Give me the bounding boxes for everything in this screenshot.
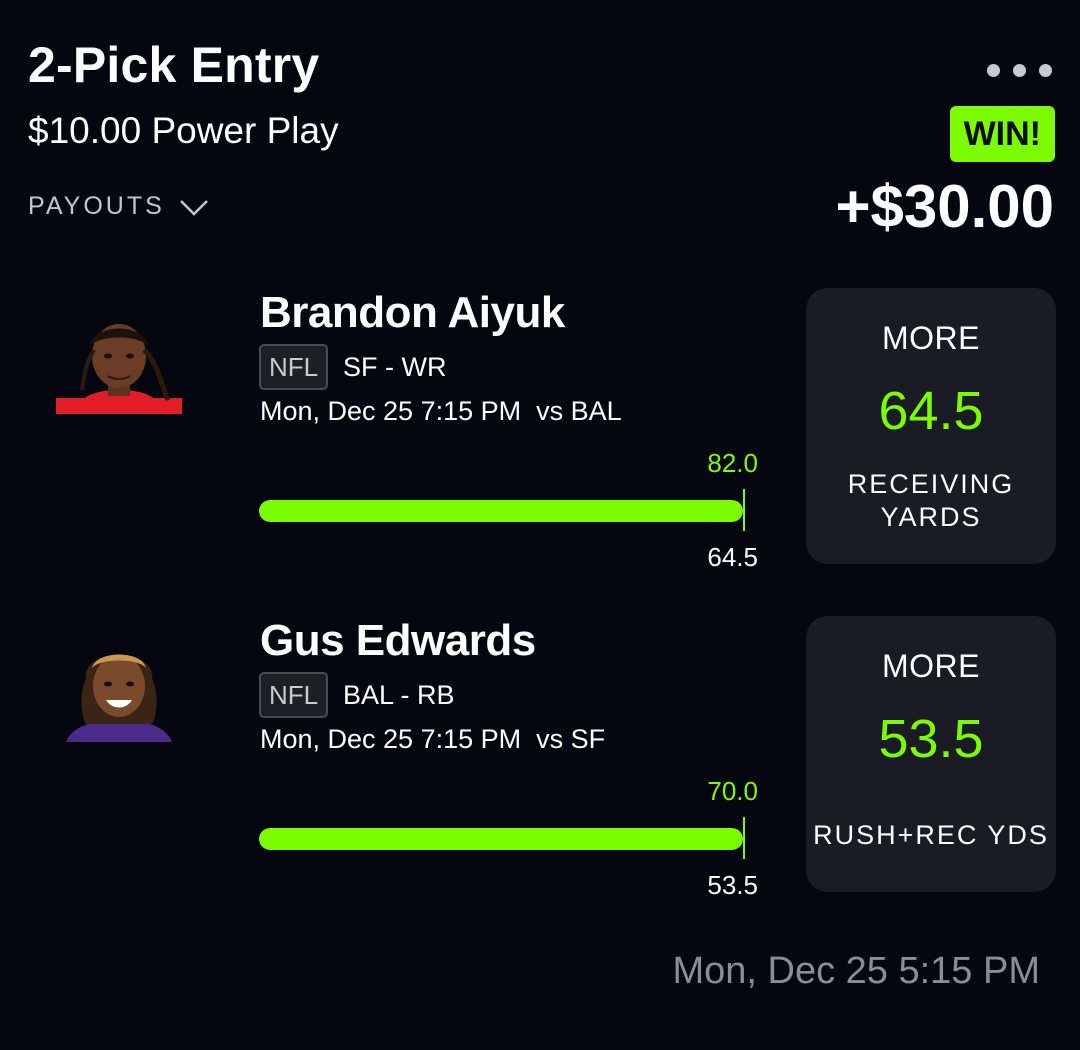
projection-card: MORE 64.5 RECEIVING YARDS [806, 288, 1056, 564]
payout-amount: +$30.00 [835, 173, 1054, 240]
pick-card[interactable]: Brandon Aiyuk NFL SF - WR Mon, Dec 25 7:… [0, 288, 1080, 578]
entry-subtitle: $10.00 Power Play [28, 110, 339, 151]
progress-fill [259, 828, 743, 850]
projection-line: 64.5 [878, 381, 984, 441]
result-badge: WIN! [949, 106, 1055, 162]
player-name: Brandon Aiyuk [260, 288, 565, 337]
payouts-toggle[interactable]: PAYOUTS [28, 192, 209, 221]
player-name: Gus Edwards [260, 616, 536, 665]
league-badge: NFL [259, 344, 329, 390]
progress-bar [259, 500, 743, 522]
team-position: SF - WR [343, 352, 447, 382]
pick-direction: MORE [882, 320, 980, 356]
entry-title: 2-Pick Entry [28, 37, 320, 93]
stat-type-line1: RUSH+REC YDS [813, 820, 1049, 850]
projection-card: MORE 53.5 RUSH+REC YDS [806, 616, 1056, 892]
pick-direction: MORE [882, 648, 980, 684]
stat-type-line1: RECEIVING [847, 469, 1015, 499]
team-position: BAL - RB [343, 680, 455, 710]
league-badge: NFL [259, 672, 329, 718]
pick-card[interactable]: Gus Edwards NFL BAL - RB Mon, Dec 25 7:1… [0, 616, 1080, 906]
dot [1039, 64, 1052, 77]
player-avatar [66, 654, 172, 742]
entry-placed-time: Mon, Dec 25 5:15 PM [672, 950, 1040, 992]
dot [1013, 64, 1026, 77]
projection-line: 53.5 [878, 709, 984, 769]
line-value: 64.5 [707, 542, 758, 572]
actual-stat-value: 82.0 [707, 448, 758, 478]
actual-stat-value: 70.0 [707, 776, 758, 806]
payouts-label: PAYOUTS [28, 192, 165, 220]
more-options-icon[interactable] [987, 64, 1052, 77]
progress-bar [259, 828, 743, 850]
dot [987, 64, 1000, 77]
game-time: Mon, Dec 25 7:15 PM vs SF [260, 724, 606, 754]
progress-fill [259, 500, 743, 522]
line-value: 53.5 [707, 870, 758, 900]
stat-type-line2: YARDS [880, 502, 982, 532]
game-time: Mon, Dec 25 7:15 PM vs BAL [260, 396, 622, 426]
chevron-down-icon [179, 199, 208, 216]
line-marker [743, 489, 745, 531]
line-marker [743, 817, 745, 859]
player-avatar [56, 324, 182, 414]
